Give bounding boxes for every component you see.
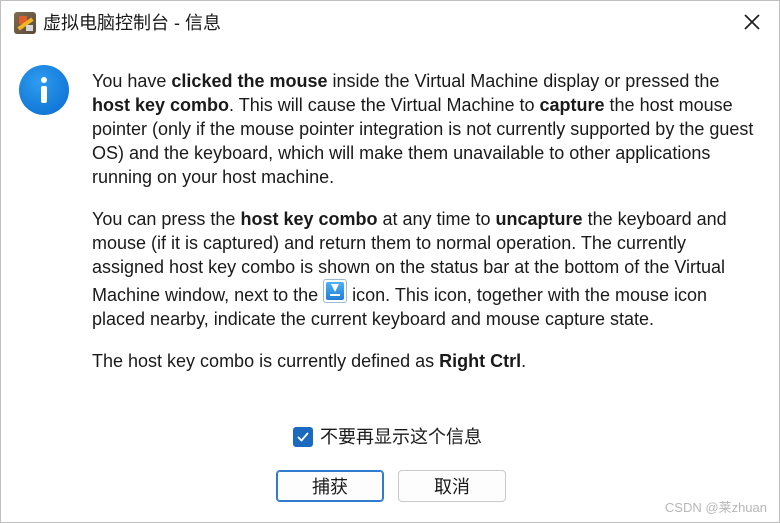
title-bar: 虚拟电脑控制台 - 信息 (1, 1, 779, 43)
close-button[interactable] (733, 5, 771, 39)
window-title: 虚拟电脑控制台 - 信息 (43, 13, 221, 33)
dont-show-again-option[interactable]: 不要再显示这个信息 (293, 425, 482, 449)
dont-show-again-checkbox[interactable] (293, 427, 313, 447)
checkmark-icon (297, 432, 309, 442)
dont-show-again-label: 不要再显示这个信息 (320, 427, 482, 447)
close-icon (744, 14, 760, 30)
message-body: You have clicked the mouse inside the Vi… (92, 69, 760, 391)
virtualbox-app-icon (14, 12, 36, 34)
message-paragraph-2: You can press the host key combo at any … (92, 209, 727, 329)
message-paragraph-1: You have clicked the mouse inside the Vi… (92, 71, 754, 187)
info-icon (19, 65, 69, 115)
host-key-icon (323, 279, 348, 303)
watermark: CSDN @莱zhuan (664, 500, 767, 515)
capture-button[interactable]: 捕获 (276, 470, 384, 502)
dialog-window: 虚拟电脑控制台 - 信息 You have clicked the mouse … (0, 0, 780, 523)
message-paragraph-3: The host key combo is currently defined … (92, 351, 527, 371)
cancel-button[interactable]: 取消 (398, 470, 506, 502)
